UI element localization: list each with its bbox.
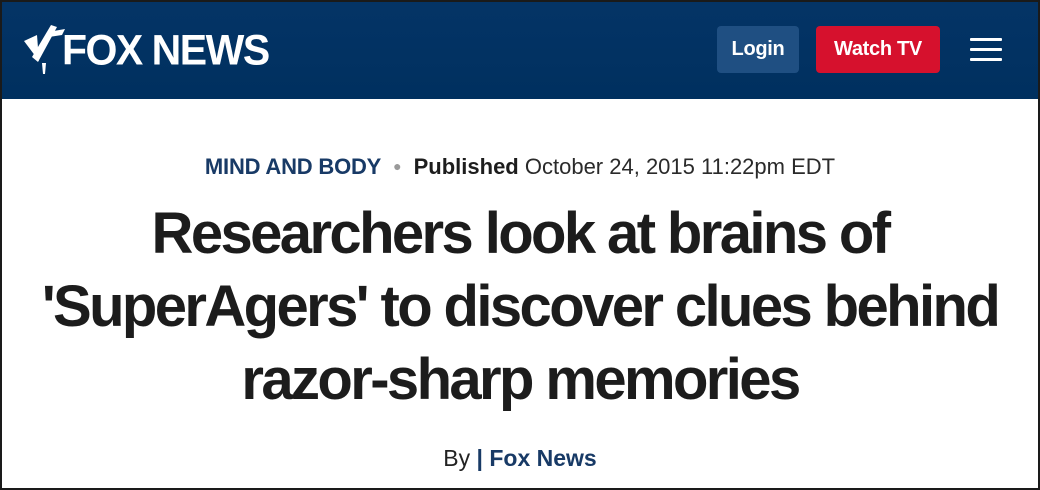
- byline: By | Fox News: [2, 443, 1038, 473]
- byline-separator: |: [476, 445, 483, 471]
- logo-wordmark: FOX NEWS: [62, 25, 270, 74]
- published-label: Published: [413, 154, 519, 179]
- meta-separator-dot: ●: [393, 158, 402, 174]
- published-date: October 24, 2015 11:22pm EDT: [524, 154, 836, 179]
- article-headline: Researchers look at brains of 'SuperAger…: [41, 201, 1001, 412]
- fox-news-logo[interactable]: FOX NEWS: [22, 22, 270, 78]
- fox-logo-mark-icon: [24, 25, 65, 74]
- login-button[interactable]: Login: [717, 26, 799, 73]
- page-frame: FOX NEWS Login Watch TV MIND AND BODY ● Pu…: [0, 0, 1040, 490]
- hamburger-menu-icon[interactable]: [968, 36, 1004, 64]
- byline-source-link[interactable]: Fox News: [489, 445, 596, 471]
- article-meta: MIND AND BODY ● Published October 24, 2015…: [2, 152, 1038, 184]
- category-link[interactable]: MIND AND BODY: [205, 154, 381, 179]
- watch-tv-button[interactable]: Watch TV: [816, 26, 940, 73]
- byline-prefix: By: [443, 445, 471, 471]
- top-navbar: FOX NEWS Login Watch TV: [2, 2, 1038, 99]
